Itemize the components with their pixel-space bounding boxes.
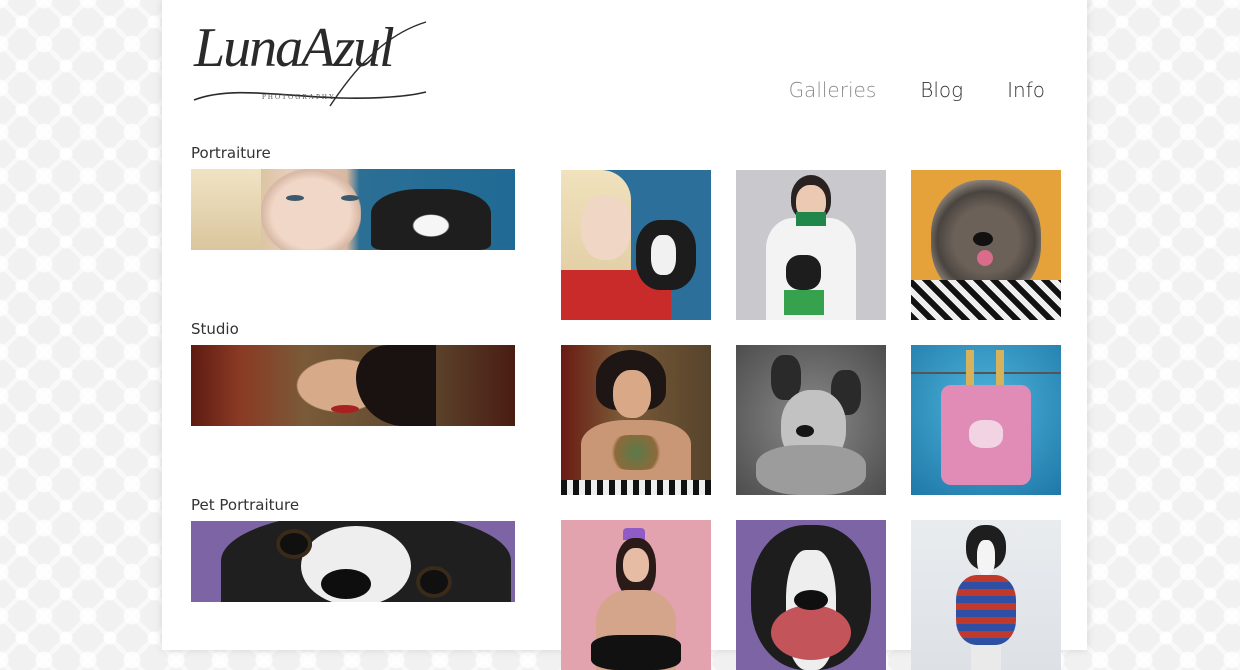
main-nav: Galleries Blog Info <box>789 78 1045 102</box>
category-label-portraiture[interactable]: Portraiture <box>191 144 271 162</box>
nav-info[interactable]: Info <box>1007 78 1045 102</box>
category-label-studio[interactable]: Studio <box>191 320 239 338</box>
gallery-thumb[interactable] <box>561 170 711 320</box>
category-banner-portraiture[interactable] <box>191 169 515 250</box>
site-logo[interactable]: LunaAzul PHOTOGRAPHY <box>190 16 430 108</box>
gallery-thumb[interactable] <box>561 345 711 495</box>
gallery-thumb[interactable] <box>736 345 886 495</box>
gallery-thumb[interactable] <box>736 170 886 320</box>
gallery-thumb[interactable] <box>561 520 711 670</box>
page-container: LunaAzul PHOTOGRAPHY Galleries Blog Info… <box>162 0 1087 670</box>
nav-galleries[interactable]: Galleries <box>789 78 877 102</box>
logo-subtitle: PHOTOGRAPHY <box>262 93 336 101</box>
gallery-thumb[interactable] <box>911 345 1061 495</box>
gallery-thumb[interactable] <box>911 170 1061 320</box>
nav-blog[interactable]: Blog <box>920 78 963 102</box>
category-banner-studio[interactable] <box>191 345 515 426</box>
gallery-thumb[interactable] <box>911 520 1061 670</box>
category-label-pet-portraiture[interactable]: Pet Portraiture <box>191 496 299 514</box>
gallery-thumb[interactable] <box>736 520 886 670</box>
category-banner-pet-portraiture[interactable] <box>191 521 515 602</box>
